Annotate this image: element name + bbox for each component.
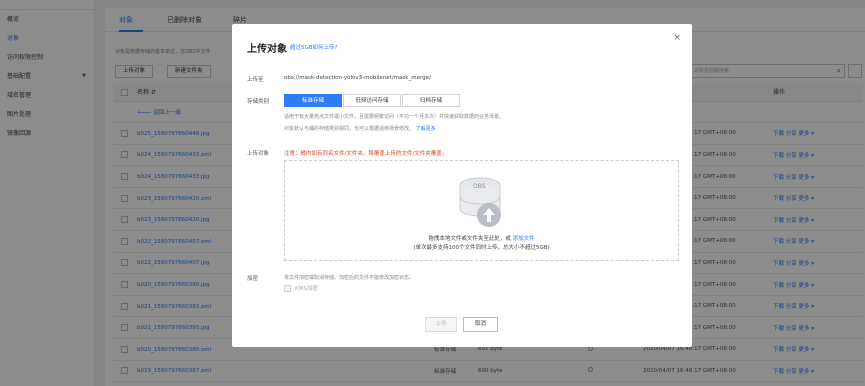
storage-class-label: 存储类别 (247, 99, 270, 105)
storage-class-standard[interactable]: 标准存储 (284, 94, 342, 107)
file-drop-zone[interactable]: OBS 拖拽本地文件或文件夹至此处，或 添加文件 (单次最多支持100个文件同时… (284, 160, 679, 261)
close-icon[interactable]: × (673, 33, 681, 43)
storage-class-archive[interactable]: 归档存储 (402, 94, 460, 107)
upload-button[interactable]: 上传 (425, 317, 457, 332)
obs-label: OBS (473, 183, 486, 190)
storage-class-note: 对象默认与桶的存储类别相同，也可以根据适用场景修改。 了解更多 (284, 126, 436, 132)
drop-instruction: 拖拽本地文件或文件夹至此处，或 添加文件 (428, 236, 535, 242)
large-upload-help-link[interactable]: 超过5GB如何上传? (290, 43, 337, 51)
overwrite-warning: 注意：桶内如有同名文件/文件夹，将覆盖上传的文件/文件夹覆盖。 (284, 151, 448, 157)
add-file-link[interactable]: 添加文件 (513, 236, 535, 242)
kms-option[interactable]: KMS加密 (284, 284, 318, 292)
cancel-button[interactable]: 取消 (463, 317, 498, 332)
encrypt-label: 加密 (247, 276, 259, 282)
kms-checkbox[interactable] (284, 285, 291, 292)
upload-object-label: 上传对象 (247, 151, 270, 157)
storage-class-infrequent[interactable]: 低频访问存储 (343, 94, 401, 107)
learn-more-link[interactable]: 了解更多 (416, 126, 436, 132)
storage-class-hint: 适用于有大量热点文件或小文件，且需要频繁访问（平均一个月多次）并快速获取数据的业… (284, 114, 505, 120)
dialog-title: 上传对象 (247, 44, 287, 55)
upload-to-label: 上传至 (247, 77, 264, 83)
kms-label: KMS加密 (295, 286, 318, 292)
upload-to-path: obs://mask-detection-yolov3-mobilenet/ma… (284, 75, 431, 81)
upload-dialog: 上传对象 超过5GB如何上传? × 上传至 obs://mask-detecti… (232, 24, 692, 347)
encrypt-hint: 将文件加密或取消存储，加密后的文件不能修改加密状态。 (284, 275, 415, 281)
obs-upload-icon: OBS (459, 177, 501, 227)
drop-limit: (单次最多支持100个文件同时上传，总大小不超过5GB) (413, 245, 550, 251)
